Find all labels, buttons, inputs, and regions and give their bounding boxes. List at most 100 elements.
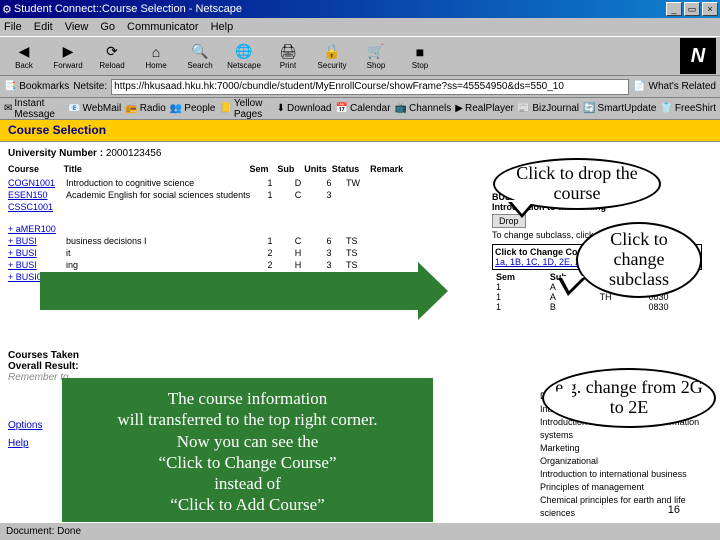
link-calendar[interactable]: 📅 Calendar: [336, 103, 391, 114]
menu-communicator[interactable]: Communicator: [127, 21, 199, 33]
address-bar: 📑 Bookmarks Netsite: 📄 What's Related: [0, 76, 720, 98]
course-link[interactable]: COGN1001: [8, 178, 66, 188]
forward-button[interactable]: ▶Forward: [48, 38, 88, 74]
url-input[interactable]: [111, 79, 629, 95]
catalog-item[interactable]: Organizational: [492, 455, 702, 468]
catalog-desc: Introduction to applied chemistry: [540, 520, 702, 522]
link-label: RealPlayer: [465, 103, 514, 114]
catalog-item[interactable]: Marketing: [492, 442, 702, 455]
link-channels[interactable]: 📺 Channels: [395, 103, 452, 114]
catalog-desc: Marketing: [540, 442, 702, 455]
callout-tail-fill: [510, 200, 534, 214]
link-instant-message[interactable]: ✉ Instant Message: [4, 98, 64, 120]
minimize-button[interactable]: _: [666, 2, 682, 16]
link-download[interactable]: ⬇ Download: [277, 103, 332, 114]
cell: 3: [312, 248, 346, 258]
forward-icon: ▶: [58, 43, 78, 61]
th: Sem: [492, 272, 546, 282]
menu-help[interactable]: Help: [211, 21, 234, 33]
menu-edit[interactable]: Edit: [34, 21, 53, 33]
link-webmail[interactable]: 📧 WebMail: [68, 103, 121, 114]
course-link[interactable]: ESEN150: [8, 190, 66, 200]
link-label: Download: [287, 103, 331, 114]
cell: 6: [312, 236, 346, 246]
td: B: [546, 302, 596, 312]
catalog-code: [492, 442, 540, 455]
link-label: Yellow Pages: [234, 98, 273, 120]
shop-label: Shop: [367, 61, 386, 70]
table-row: COGN1001 Introduction to cognitive scien…: [8, 178, 418, 188]
cell: TS: [346, 236, 386, 246]
link-label: Calendar: [350, 103, 391, 114]
link-bizjournal[interactable]: 📰 BizJournal: [518, 103, 579, 114]
maximize-button[interactable]: ▭: [684, 2, 700, 16]
link-label: Radio: [140, 103, 166, 114]
link-radio[interactable]: 📻 Radio: [125, 103, 166, 114]
cell: C: [284, 190, 312, 200]
university-number: University Number : 2000123456: [8, 148, 161, 159]
search-button[interactable]: 🔍Search: [180, 38, 220, 74]
annotation-arrow: [40, 272, 420, 310]
reload-icon: ⟳: [102, 43, 122, 61]
bookmarks-button[interactable]: 📑 Bookmarks: [4, 81, 69, 92]
shop-button[interactable]: 🛒Shop: [356, 38, 396, 74]
course-title: Introduction to cognitive science: [66, 178, 256, 188]
col-remark: Remark: [370, 164, 418, 174]
options-link[interactable]: Options: [8, 420, 42, 431]
menu-file[interactable]: File: [4, 21, 22, 33]
link-yellowpages[interactable]: 📒 Yellow Pages: [219, 98, 272, 120]
col-sub: Sub: [272, 164, 299, 174]
status-bar: Document: Done: [0, 522, 720, 540]
link-freeshirt[interactable]: 👕 FreeShirt: [660, 103, 716, 114]
table-row: CSSC1001: [8, 202, 418, 212]
menu-view[interactable]: View: [65, 21, 89, 33]
catalog-item[interactable]: Principles of management: [492, 481, 702, 494]
menu-go[interactable]: Go: [100, 21, 115, 33]
table-row: + BUSI it 2 H 3 TS: [8, 248, 418, 258]
link-realplayer[interactable]: ▶ RealPlayer: [455, 103, 514, 114]
callout-change-subclass: Click to change subclass: [576, 222, 702, 298]
course-link[interactable]: + BUSI: [8, 248, 66, 258]
whats-related-button[interactable]: 📄 What's Related: [633, 81, 716, 92]
stop-button[interactable]: ■Stop: [400, 38, 440, 74]
home-button[interactable]: ⌂Home: [136, 38, 176, 74]
page-title: Course Selection: [0, 120, 720, 142]
table-row: + BUSI ing 2 H 3 TS: [8, 260, 418, 270]
course-link[interactable]: + BUSI: [8, 260, 66, 270]
col-course: Course: [8, 164, 64, 174]
print-button[interactable]: 🖨Print: [268, 38, 308, 74]
netscape-button[interactable]: 🌐Netscape: [224, 38, 264, 74]
overall-label: Overall Result:: [8, 361, 79, 372]
security-button[interactable]: 🔒Security: [312, 38, 352, 74]
table-row: ESEN150 Academic English for social scie…: [8, 190, 418, 200]
course-link[interactable]: + BUSI: [8, 236, 66, 246]
link-people[interactable]: 👥 People: [170, 103, 216, 114]
table-row: + BUSI business decisions I 1 C 6 TS: [8, 236, 418, 246]
bookmarks-label: Bookmarks: [19, 81, 69, 92]
window-title: Student Connect::Course Selection - Nets…: [12, 3, 666, 15]
catalog-item[interactable]: Introduction to applied chemistry: [492, 520, 702, 522]
link-label: FreeShirt: [675, 103, 716, 114]
netscape-logo: N: [680, 38, 716, 74]
td: 0830: [644, 302, 702, 312]
cell: D: [284, 178, 312, 188]
catalog-item[interactable]: Introduction to international business: [492, 468, 702, 481]
catalog-code: [492, 390, 540, 403]
link-label: SmartUpdate: [598, 103, 657, 114]
help-link[interactable]: Help: [8, 438, 29, 449]
back-button[interactable]: ◀Back: [4, 38, 44, 74]
page-content: Course Selection University Number : 200…: [0, 120, 720, 522]
app-icon: ⚙: [2, 3, 12, 16]
cell: 2: [256, 260, 284, 270]
catalog-code: [492, 455, 540, 468]
course-link[interactable]: + aMER100: [8, 224, 66, 234]
link-smartupdate[interactable]: 🔄 SmartUpdate: [583, 103, 656, 114]
td: 1: [492, 292, 546, 302]
cell: C: [284, 236, 312, 246]
td: 1: [492, 302, 546, 312]
reload-button[interactable]: ⟳Reload: [92, 38, 132, 74]
link-label: People: [184, 103, 215, 114]
close-button[interactable]: ×: [702, 2, 718, 16]
course-link[interactable]: CSSC1001: [8, 202, 66, 212]
col-status: Status: [332, 164, 370, 174]
